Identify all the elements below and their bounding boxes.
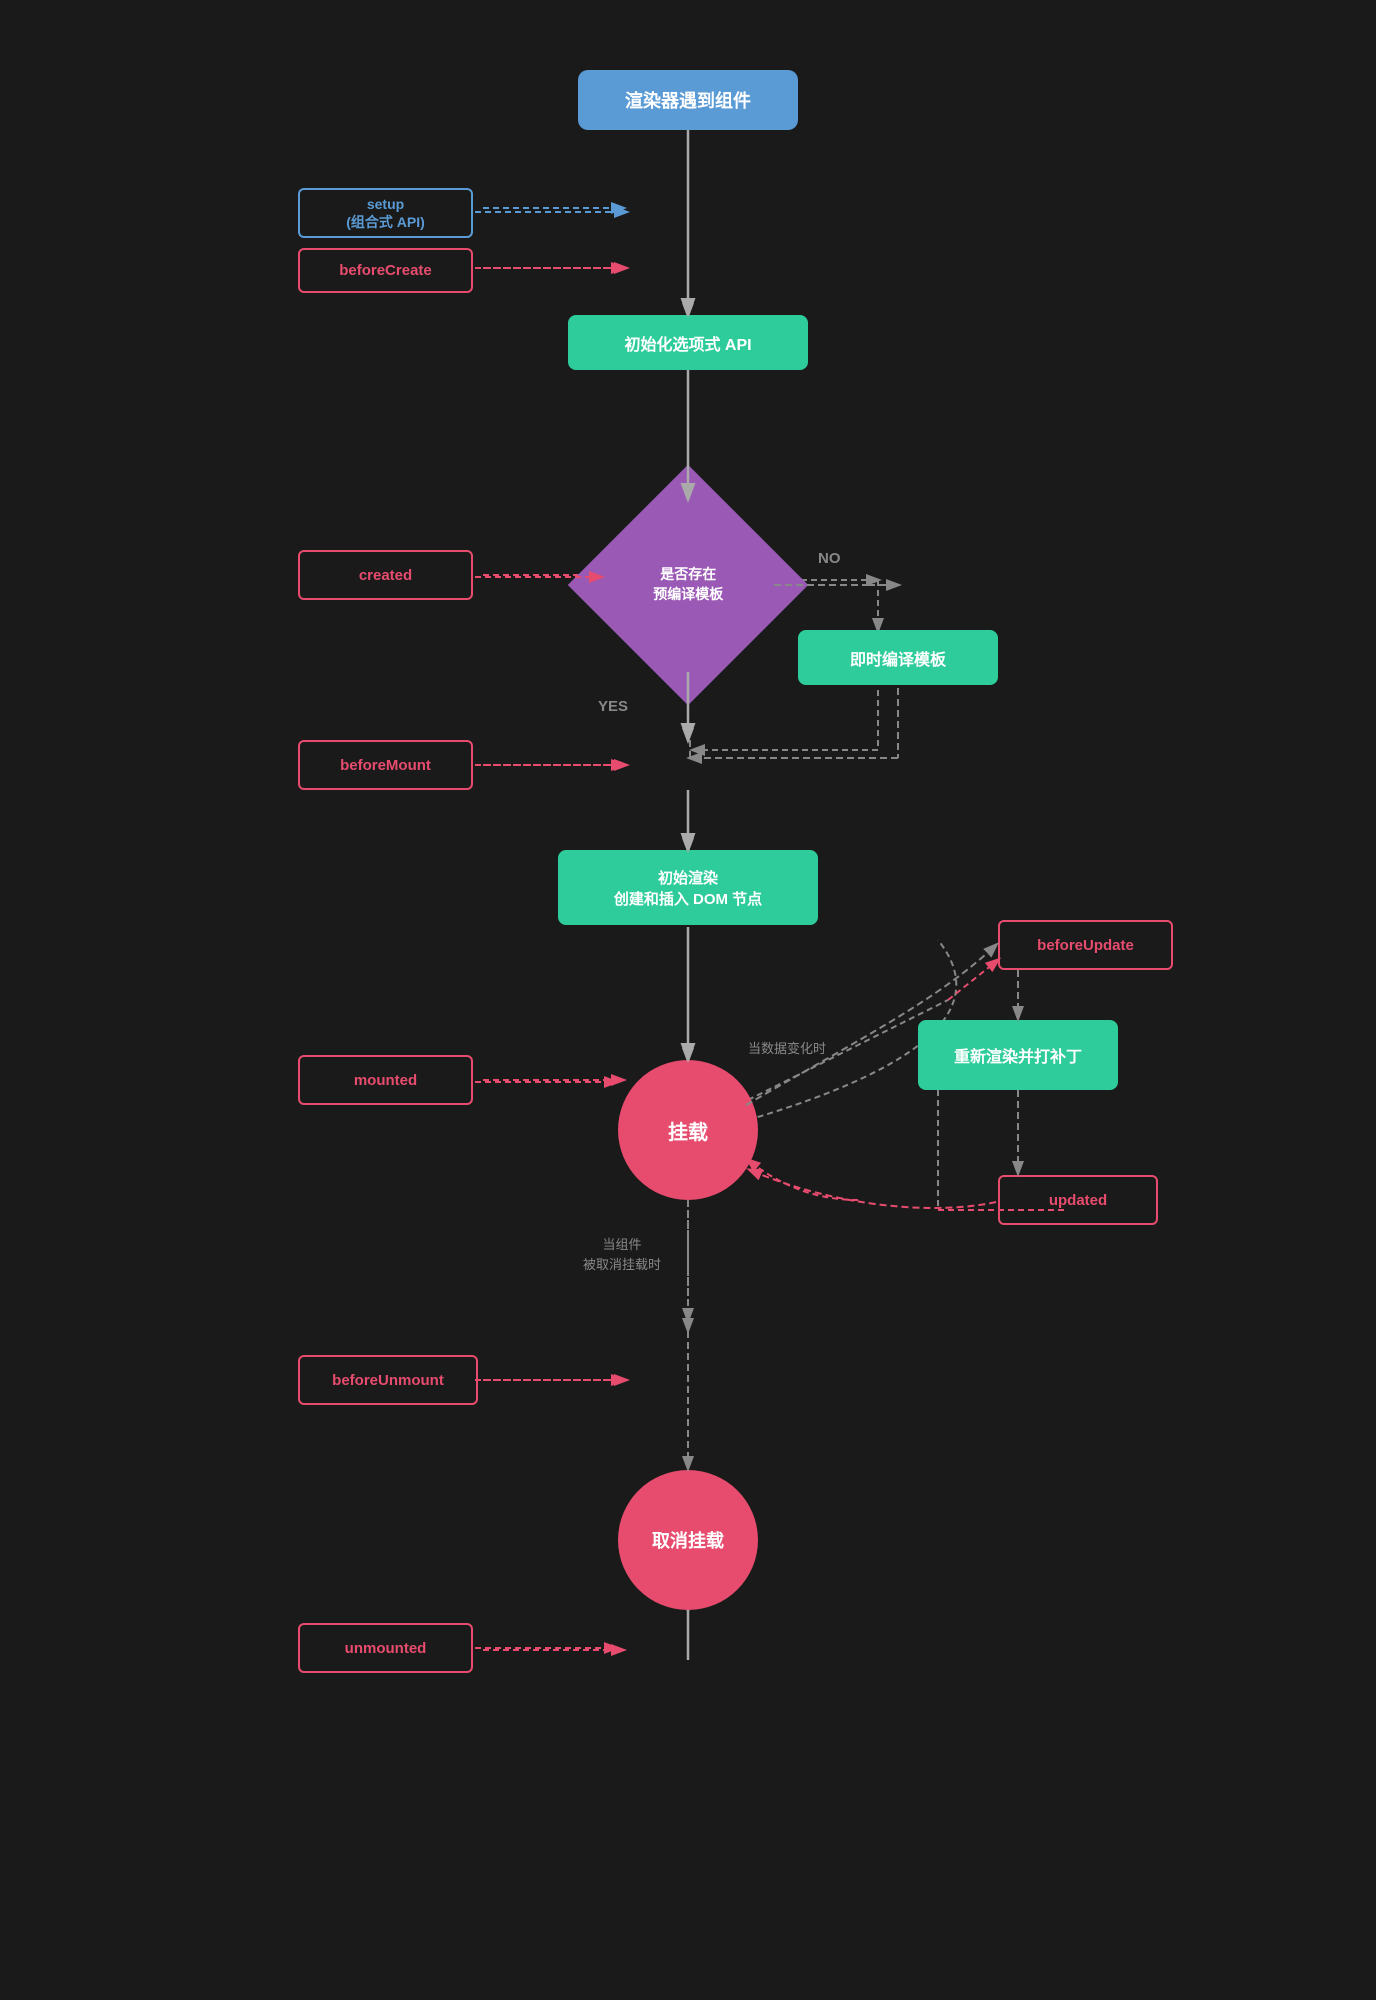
precompiled-check-node: 是否存在预编译模板 bbox=[568, 465, 808, 705]
lifecycle-diagram: 渲染器遇到组件 setup (组合式 API) beforeCreate 初始化… bbox=[238, 40, 1138, 1960]
init-options-api-node: 初始化选项式 API bbox=[568, 315, 808, 370]
re-render-node: 重新渲染并打补丁 bbox=[918, 1020, 1118, 1090]
mounted-circle-node: 挂载 bbox=[618, 1060, 758, 1200]
updated-hook-node: updated bbox=[998, 1175, 1158, 1225]
component-unmount-label: 当组件 被取消挂载时 bbox=[583, 1235, 661, 1274]
setup-hook-node: setup (组合式 API) bbox=[298, 188, 473, 238]
created-hook-node: created bbox=[298, 550, 473, 600]
unmount-circle-node: 取消挂载 bbox=[618, 1470, 758, 1610]
before-update-hook-node: beforeUpdate bbox=[998, 920, 1173, 970]
mounted-hook-node: mounted bbox=[298, 1055, 473, 1105]
no-label: NO bbox=[818, 550, 841, 567]
before-create-hook-node: beforeCreate bbox=[298, 248, 473, 293]
data-change-label: 当数据变化时 bbox=[748, 1040, 826, 1058]
instant-compile-node: 即时编译模板 bbox=[798, 630, 998, 685]
initial-render-node: 初始渲染创建和插入 DOM 节点 bbox=[558, 850, 818, 925]
unmounted-hook-node: unmounted bbox=[298, 1623, 473, 1673]
before-unmount-hook-node: beforeUnmount bbox=[298, 1355, 478, 1405]
renderer-meets-component-node: 渲染器遇到组件 bbox=[578, 70, 798, 130]
before-mount-hook-node: beforeMount bbox=[298, 740, 473, 790]
yes-label: YES bbox=[598, 698, 628, 715]
